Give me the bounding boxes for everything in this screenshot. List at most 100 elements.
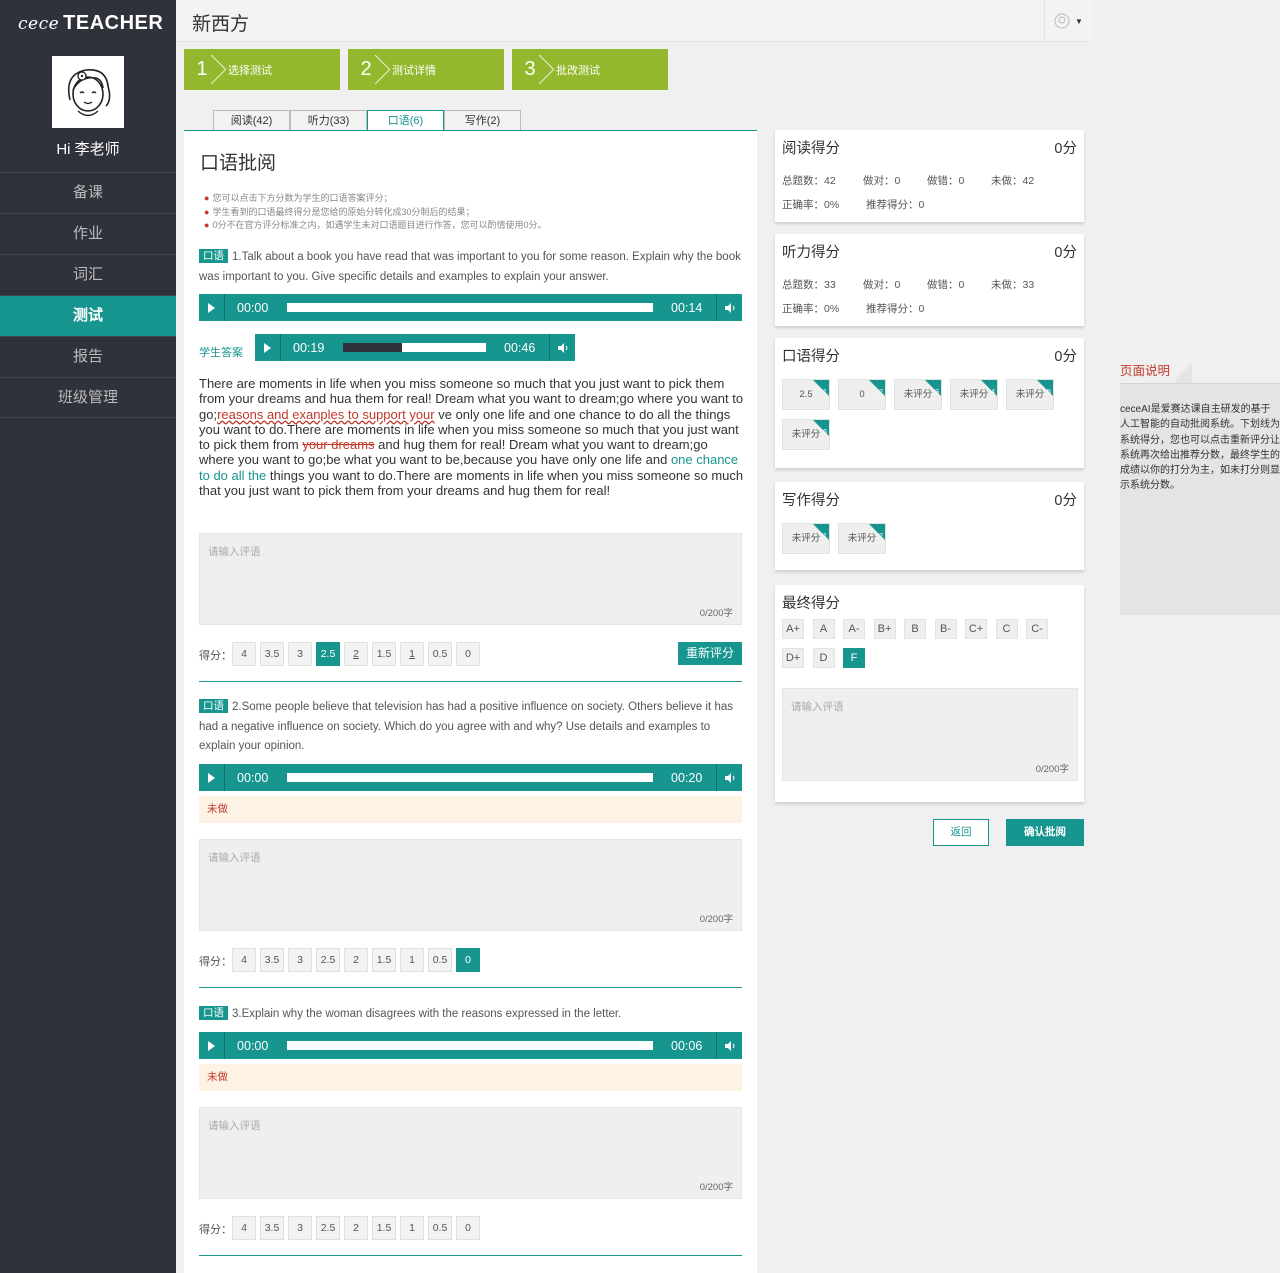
grade-option[interactable]: B xyxy=(904,619,926,639)
card-score: 0分 xyxy=(1054,245,1077,261)
question-score-chip[interactable]: 未评分 5 xyxy=(1006,379,1054,410)
score-option[interactable]: 0 xyxy=(456,948,480,972)
score-option[interactable]: 0 xyxy=(456,642,480,666)
play-button[interactable] xyxy=(199,1032,225,1059)
grade-option[interactable]: B- xyxy=(934,619,957,639)
score-option[interactable]: 4 xyxy=(232,1216,256,1240)
user-avatar-icon xyxy=(1054,13,1070,29)
tab-reading[interactable]: 阅读(42) xyxy=(213,110,290,131)
progress-track[interactable] xyxy=(287,773,653,782)
sidebar-item-class-management[interactable]: 班级管理 xyxy=(0,377,176,418)
app-logo[interactable]: cece TEACHER xyxy=(18,12,163,35)
question-1: 口语 1.Talk about a book you have read that… xyxy=(199,248,742,287)
score-option[interactable]: 2 xyxy=(344,1216,368,1240)
score-option[interactable]: 2.5 xyxy=(316,948,340,972)
score-option[interactable]: 1 xyxy=(400,948,424,972)
score-option[interactable]: 2.5 xyxy=(316,1216,340,1240)
score-option[interactable]: 1.5 xyxy=(372,1216,396,1240)
final-comment-input[interactable]: 请输入评语 0/200字 xyxy=(782,688,1078,781)
grade-option[interactable]: C+ xyxy=(965,619,987,639)
confirm-review-button[interactable]: 确认批阅 xyxy=(1006,819,1084,846)
comment-input[interactable]: 请输入评语 0/200字 xyxy=(199,839,742,931)
sidebar-item-report[interactable]: 报告 xyxy=(0,336,176,377)
back-button[interactable]: 返回 xyxy=(933,819,989,846)
question-score-chip[interactable]: 2.5 1 xyxy=(782,379,830,410)
grade-option[interactable]: A+ xyxy=(782,619,804,639)
play-icon xyxy=(208,1040,215,1051)
card-title: 口语得分 xyxy=(782,349,840,365)
score-option[interactable]: 0.5 xyxy=(428,948,452,972)
score-option[interactable]: 1 xyxy=(400,642,424,666)
volume-button[interactable] xyxy=(716,294,742,321)
volume-button[interactable] xyxy=(716,764,742,791)
top-bar: 新西方 ▼ xyxy=(176,0,1092,42)
score-option[interactable]: 4 xyxy=(232,948,256,972)
avatar[interactable] xyxy=(52,56,124,128)
play-button[interactable] xyxy=(199,294,225,321)
grade-option[interactable]: D+ xyxy=(782,648,804,668)
score-label: 得分： xyxy=(199,956,232,968)
help-title: 页面说明 xyxy=(1120,364,1171,378)
question-type-badge: 口语 xyxy=(199,249,228,263)
volume-icon xyxy=(724,772,734,783)
tab-writing[interactable]: 写作(2) xyxy=(444,110,521,131)
grade-option[interactable]: F xyxy=(843,648,865,668)
grade-option[interactable]: A- xyxy=(843,619,865,639)
question-score-chip[interactable]: 未评分 4 xyxy=(950,379,998,410)
score-option[interactable]: 1.5 xyxy=(372,948,396,972)
current-time: 00:19 xyxy=(293,341,325,355)
step-grade-test[interactable]: 3 批改测试 xyxy=(512,49,668,90)
question-score-chip[interactable]: 未评分 2 xyxy=(838,523,886,554)
step-select-test[interactable]: 1 选择测试 xyxy=(184,49,340,90)
rescore-button[interactable]: 重新评分 xyxy=(678,642,742,665)
score-option[interactable]: 3 xyxy=(288,642,312,666)
duration: 00:14 xyxy=(671,301,703,315)
tab-speaking[interactable]: 口语(6) xyxy=(367,110,444,132)
question-score-chip[interactable]: 未评分 1 xyxy=(782,523,830,554)
score-option[interactable]: 2.5 xyxy=(316,642,340,666)
step-indicator: 1 选择测试 2 测试详情 3 批改测试 xyxy=(184,49,684,90)
volume-button[interactable] xyxy=(549,334,575,361)
comment-placeholder: 请输入评语 xyxy=(208,852,261,864)
question-score-chip[interactable]: 未评分 3 xyxy=(894,379,942,410)
comment-input[interactable]: 请输入评语 0/200字 xyxy=(199,533,742,625)
progress-track[interactable] xyxy=(343,343,486,352)
score-option[interactable]: 1 xyxy=(400,1216,424,1240)
question-score-chip[interactable]: 02 xyxy=(838,379,886,410)
comment-input[interactable]: 请输入评语 0/200字 xyxy=(199,1107,742,1199)
sidebar-item-homework[interactable]: 作业 xyxy=(0,213,176,254)
step-test-details[interactable]: 2 测试详情 xyxy=(348,49,504,90)
card-title: 最终得分 xyxy=(782,596,840,612)
score-option[interactable]: 4 xyxy=(232,642,256,666)
grade-option[interactable]: B+ xyxy=(873,619,896,639)
play-button[interactable] xyxy=(199,764,225,791)
score-option[interactable]: 2 xyxy=(344,642,368,666)
score-option[interactable]: 3.5 xyxy=(260,948,284,972)
grade-option[interactable]: D xyxy=(812,648,835,668)
score-option[interactable]: 0.5 xyxy=(428,1216,452,1240)
grade-option[interactable]: C xyxy=(995,619,1018,639)
card-title: 阅读得分 xyxy=(782,141,840,157)
score-option[interactable]: 3 xyxy=(288,1216,312,1240)
score-option[interactable]: 2 xyxy=(344,948,368,972)
progress-track[interactable] xyxy=(287,1041,653,1050)
sidebar-item-vocabulary[interactable]: 词汇 xyxy=(0,254,176,295)
user-menu[interactable]: ▼ xyxy=(1044,0,1092,42)
question-score-chip[interactable]: 未评分 6 xyxy=(782,419,830,450)
progress-track[interactable] xyxy=(287,303,653,312)
not-answered-notice: 未做 xyxy=(199,1064,742,1091)
score-option[interactable]: 0.5 xyxy=(428,642,452,666)
volume-button[interactable] xyxy=(716,1032,742,1059)
sidebar-item-test[interactable]: 测试 xyxy=(0,295,176,336)
grade-option[interactable]: A xyxy=(812,619,835,639)
score-option[interactable]: 3.5 xyxy=(260,642,284,666)
score-option[interactable]: 1.5 xyxy=(372,642,396,666)
score-option[interactable]: 3 xyxy=(288,948,312,972)
grade-option[interactable]: C- xyxy=(1026,619,1048,639)
score-option[interactable]: 0 xyxy=(456,1216,480,1240)
play-button[interactable] xyxy=(255,334,281,361)
tab-listening[interactable]: 听力(33) xyxy=(290,110,367,131)
score-option[interactable]: 3.5 xyxy=(260,1216,284,1240)
sidebar-item-prepare[interactable]: 备课 xyxy=(0,172,176,213)
duration: 00:06 xyxy=(671,1039,703,1053)
